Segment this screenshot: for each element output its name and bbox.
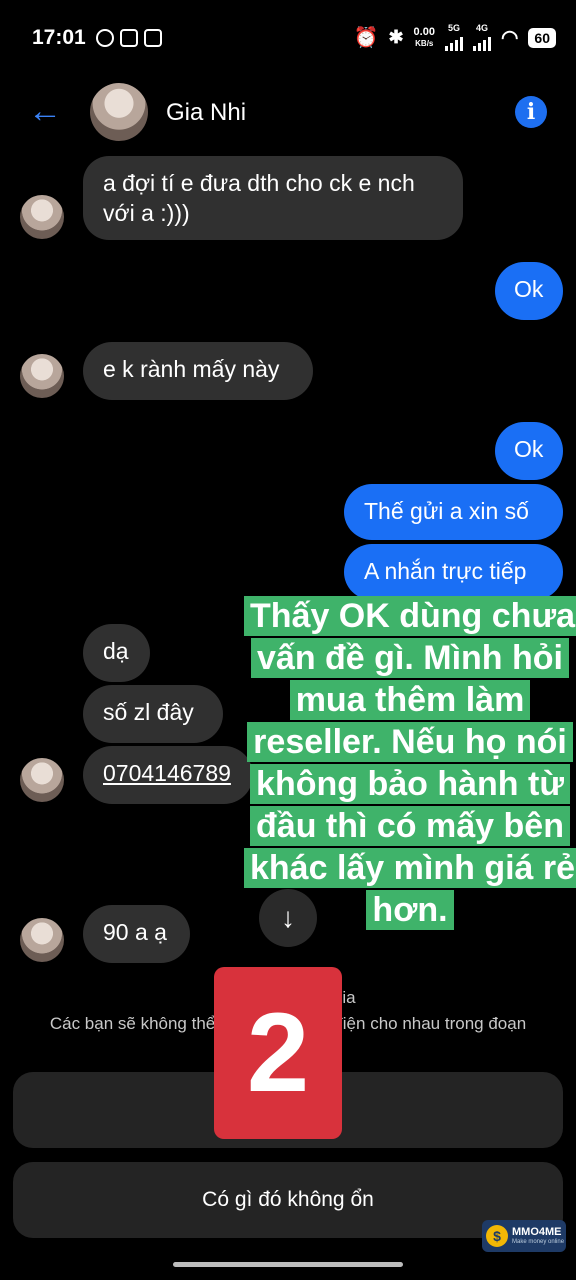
- contact-avatar[interactable]: [90, 83, 148, 141]
- contact-name[interactable]: Gia Nhi: [166, 99, 246, 127]
- signal-4g: 4G: [472, 23, 491, 51]
- telegram-icon: [96, 29, 114, 47]
- watermark-text: MMO4ME Make money online: [512, 1226, 564, 1246]
- net-speed: 0.00 KB/s: [413, 25, 435, 49]
- watermark-logo: $ MMO4ME Make money online: [482, 1220, 566, 1252]
- signal-5g: 5G: [444, 23, 463, 51]
- watermark-tagline: Make money online: [512, 1239, 565, 1245]
- home-indicator[interactable]: [173, 1262, 403, 1267]
- message-incoming[interactable]: a đợi tí e đưa dth cho ck e nch với a :)…: [83, 156, 463, 240]
- wifi-icon: ◠: [500, 27, 519, 49]
- message-incoming[interactable]: dạ: [83, 624, 150, 682]
- signal-4g-label: 4G: [475, 23, 488, 33]
- message-outgoing[interactable]: Ok: [495, 422, 563, 480]
- zalo-icon: [120, 29, 138, 47]
- back-arrow-icon[interactable]: ←: [28, 94, 62, 128]
- signal-5g-bars-icon: [444, 33, 463, 51]
- message-incoming[interactable]: e k rành mấy này: [83, 342, 313, 400]
- overlay-caption-text: Thấy OK dùng chưa vấn đề gì. Mình hỏi mu…: [244, 596, 576, 930]
- status-bar: 17:01 ⏰ ✱ 0.00 KB/s 5G 4G ◠ 60: [0, 0, 576, 78]
- signal-5g-label: 5G: [447, 23, 460, 33]
- bluetooth-icon: ✱: [388, 27, 404, 47]
- signal-4g-bars-icon: [472, 33, 491, 51]
- watermark-name: MMO4ME: [512, 1226, 562, 1238]
- status-right: ⏰ ✱ 0.00 KB/s 5G 4G ◠ 60: [354, 24, 556, 51]
- info-icon[interactable]: i: [515, 96, 547, 128]
- net-speed-value: 0.00: [413, 25, 435, 38]
- battery-indicator: 60: [528, 27, 556, 48]
- mail-icon: [144, 29, 162, 47]
- report-problem-label: Có gì đó không ổn: [202, 1188, 374, 1211]
- message-outgoing[interactable]: Thế gửi a xin số: [344, 484, 563, 540]
- scroll-down-icon[interactable]: ↓: [259, 889, 317, 947]
- message-outgoing[interactable]: Ok: [495, 262, 563, 320]
- message-avatar: [20, 918, 64, 962]
- message-avatar: [20, 354, 64, 398]
- number-badge: 2: [214, 967, 342, 1139]
- phone-number-link[interactable]: 0704146789: [83, 746, 253, 804]
- status-time: 17:01: [32, 26, 86, 49]
- message-incoming[interactable]: số zl đây: [83, 685, 223, 743]
- dollar-coin-icon: $: [486, 1225, 508, 1247]
- message-incoming[interactable]: 90 a ạ: [83, 905, 190, 963]
- net-speed-unit: KB/s: [415, 38, 434, 48]
- message-avatar: [20, 758, 64, 802]
- overlay-caption: Thấy OK dùng chưa vấn đề gì. Mình hỏi mu…: [244, 595, 576, 931]
- message-outgoing[interactable]: A nhắn trực tiếp: [344, 544, 563, 600]
- message-avatar: [20, 195, 64, 239]
- alarm-icon: ⏰: [353, 27, 379, 49]
